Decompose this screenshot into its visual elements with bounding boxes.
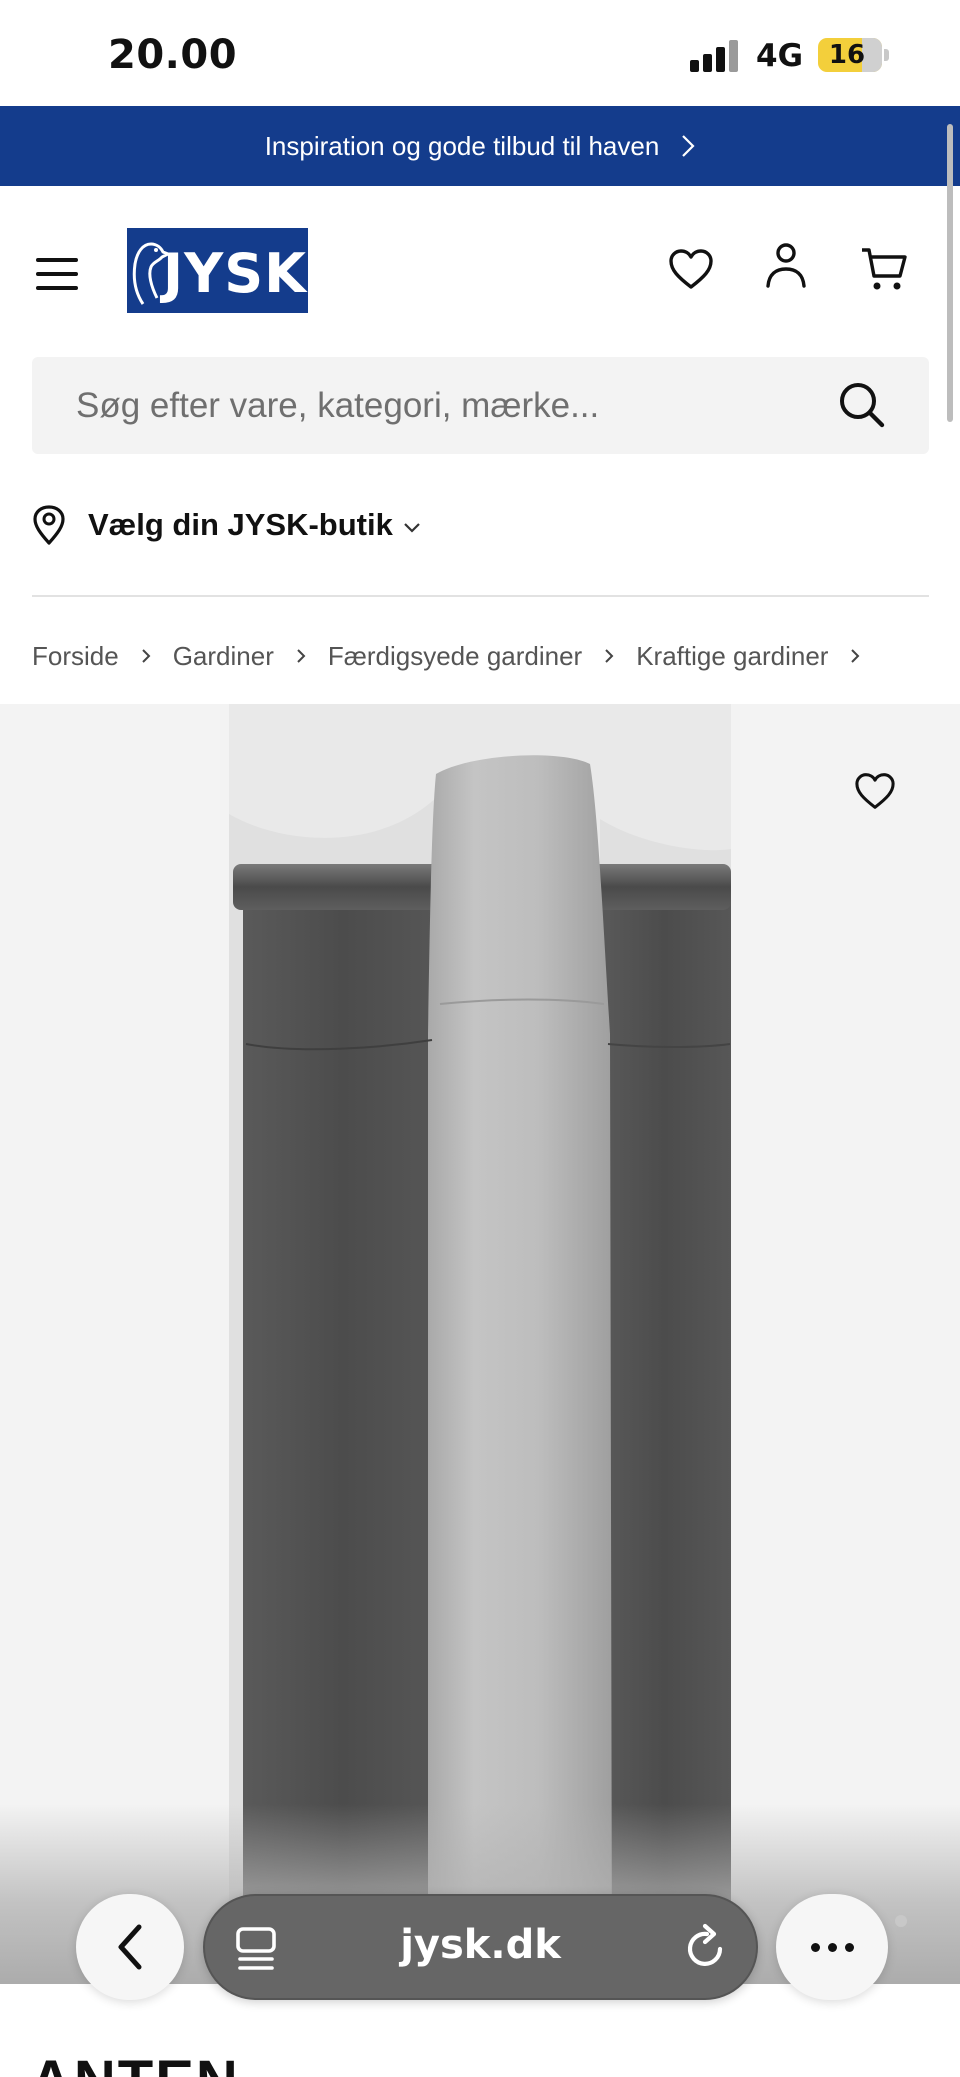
site-header: JYSK bbox=[0, 186, 960, 356]
location-pin-icon bbox=[33, 505, 65, 545]
divider bbox=[32, 595, 929, 597]
breadcrumb-item[interactable]: Færdigsyede gardiner bbox=[328, 641, 582, 672]
store-label: Vælg din JYSK-butik bbox=[88, 507, 393, 542]
menu-icon[interactable] bbox=[36, 258, 78, 290]
more-dot bbox=[810, 1942, 820, 1952]
logo-text: JYSK bbox=[163, 242, 307, 305]
chevron-down-icon bbox=[404, 523, 420, 533]
user-icon[interactable] bbox=[764, 242, 808, 290]
chevron-right-icon bbox=[682, 135, 695, 157]
chevron-right-icon bbox=[850, 648, 860, 664]
battery-tip bbox=[884, 49, 889, 61]
promo-text: Inspiration og gode tilbud til haven bbox=[264, 130, 660, 161]
product-image bbox=[229, 704, 731, 1984]
carousel-dot[interactable] bbox=[895, 1915, 907, 1927]
battery-icon: 16 bbox=[818, 38, 882, 72]
cart-icon[interactable] bbox=[860, 246, 908, 292]
product-gallery[interactable] bbox=[0, 704, 960, 1984]
url-text: jysk.dk bbox=[400, 1922, 561, 1968]
chevron-right-icon bbox=[604, 648, 614, 664]
status-bar: 20.00 4G 16 bbox=[0, 0, 960, 106]
promo-banner[interactable]: Inspiration og gode tilbud til haven bbox=[0, 106, 960, 186]
breadcrumb: Forside Gardiner Færdigsyede gardiner Kr… bbox=[32, 636, 882, 676]
breadcrumb-item[interactable]: Gardiner bbox=[173, 641, 274, 672]
back-button[interactable] bbox=[76, 1894, 184, 2000]
breadcrumb-item[interactable]: Kraftige gardiner bbox=[636, 641, 828, 672]
chevron-right-icon bbox=[296, 648, 306, 664]
wishlist-heart-icon[interactable] bbox=[854, 772, 896, 810]
status-time: 20.00 bbox=[108, 32, 238, 78]
breadcrumb-item[interactable]: Forside bbox=[32, 641, 119, 672]
signal-icon bbox=[690, 40, 742, 72]
battery-level: 16 bbox=[828, 40, 866, 70]
search-icon[interactable] bbox=[838, 381, 886, 429]
more-dot bbox=[827, 1942, 837, 1952]
reload-icon[interactable] bbox=[683, 1922, 729, 1972]
network-type: 4G bbox=[756, 38, 804, 74]
more-dot bbox=[844, 1942, 854, 1952]
product-title: ANTEN bbox=[30, 2048, 240, 2077]
back-arrow-icon bbox=[118, 1924, 142, 1970]
search-bar bbox=[32, 357, 929, 454]
chevron-right-icon bbox=[141, 648, 151, 664]
more-button[interactable] bbox=[776, 1894, 888, 2000]
heart-icon[interactable] bbox=[668, 248, 714, 290]
search-input[interactable] bbox=[76, 357, 836, 454]
store-picker[interactable]: Vælg din JYSK-butik bbox=[32, 500, 421, 550]
jysk-logo[interactable]: JYSK bbox=[127, 228, 308, 313]
scrollbar[interactable] bbox=[947, 124, 953, 422]
address-bar[interactable]: jysk.dk bbox=[203, 1894, 758, 2000]
